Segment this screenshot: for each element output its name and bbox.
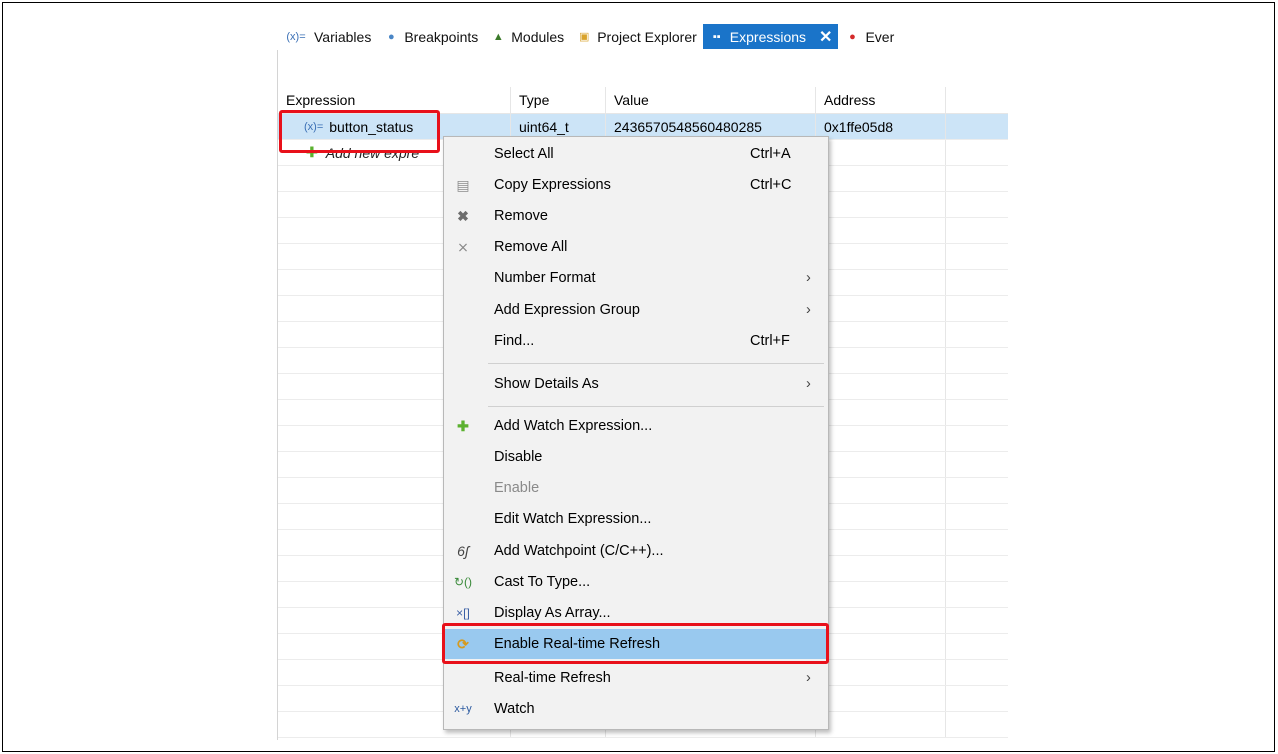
watch-icon: x+y <box>454 703 472 715</box>
array-icon: ×[] <box>456 606 470 620</box>
menu-item-cast-to-type[interactable]: ↻() Cast To Type... <box>444 567 828 597</box>
annotation-box-expression <box>279 110 440 153</box>
event-icon: ● <box>849 30 856 43</box>
tab-breakpoints[interactable]: ● Breakpoints <box>377 24 484 49</box>
menu-item-disable[interactable]: Disable <box>444 442 828 472</box>
copy-icon: ▤ <box>456 176 470 193</box>
tab-label: Variables <box>314 28 372 45</box>
menu-item-real-time-refresh[interactable]: Real-time Refresh › <box>444 663 828 693</box>
tab-label: Ever <box>865 28 895 45</box>
expressions-icon: ▪▪ <box>712 30 721 43</box>
column-header-value[interactable]: Value <box>606 87 816 113</box>
menu-item-remove[interactable]: ✖ Remove <box>444 201 828 231</box>
menu-separator <box>488 406 824 407</box>
menu-item-edit-watch-expression[interactable]: Edit Watch Expression... <box>444 504 828 534</box>
tab-event[interactable]: ● Ever <box>838 24 900 49</box>
menu-item-add-watchpoint[interactable]: 6ʃ Add Watchpoint (C/C++)... <box>444 536 828 566</box>
menu-item-watch[interactable]: x+y Watch <box>444 694 828 724</box>
submenu-arrow-icon: › <box>806 270 811 286</box>
menu-item-copy-expressions[interactable]: ▤ Copy Expressions Ctrl+C <box>444 170 828 200</box>
view-tab-bar: (x)= Variables ● Breakpoints ▲ Modules ▣… <box>277 24 1017 49</box>
tab-variables[interactable]: (x)= Variables <box>277 24 377 49</box>
cast-icon: ↻() <box>453 575 473 589</box>
project-explorer-icon: ▣ <box>578 30 590 43</box>
variables-icon: (x)= <box>286 30 306 43</box>
menu-item-show-details-as[interactable]: Show Details As › <box>444 369 828 399</box>
menu-item-add-expression-group[interactable]: Add Expression Group › <box>444 295 828 325</box>
watchpoint-icon: 6ʃ <box>457 543 469 559</box>
column-header-empty <box>946 87 1008 113</box>
menu-separator <box>488 363 824 364</box>
column-header-address[interactable]: Address <box>816 87 946 113</box>
menu-item-select-all[interactable]: Select All Ctrl+A <box>444 139 828 169</box>
column-header-type[interactable]: Type <box>511 87 606 113</box>
modules-icon: ▲ <box>492 30 504 43</box>
menu-item-number-format[interactable]: Number Format › <box>444 263 828 293</box>
submenu-arrow-icon: › <box>806 670 811 686</box>
breakpoints-icon: ● <box>388 30 395 43</box>
address-cell: 0x1ffe05d8 <box>816 114 946 139</box>
tab-label: Breakpoints <box>404 28 479 45</box>
tab-modules[interactable]: ▲ Modules <box>484 24 570 49</box>
annotation-box-enable-real-time-refresh <box>442 623 829 664</box>
submenu-arrow-icon: › <box>806 376 811 392</box>
tab-expressions[interactable]: ▪▪ Expressions ✕ <box>702 24 839 49</box>
tab-project-explorer[interactable]: ▣ Project Explorer <box>570 24 703 49</box>
remove-icon: ✖ <box>457 207 469 224</box>
submenu-arrow-icon: › <box>806 302 811 318</box>
menu-item-add-watch-expression[interactable]: ✚ Add Watch Expression... <box>444 411 828 441</box>
tab-label: Expressions <box>729 28 807 45</box>
remove-all-icon: ⨯ <box>457 238 469 255</box>
close-icon[interactable]: ✕ <box>819 27 832 47</box>
menu-item-enable: Enable <box>494 480 540 496</box>
tab-label: Modules <box>511 28 565 45</box>
menu-item-remove-all[interactable]: ⨯ Remove All <box>444 232 828 262</box>
add-icon: ✚ <box>457 417 469 434</box>
menu-item-find[interactable]: Find... Ctrl+F <box>444 326 828 356</box>
tab-label: Project Explorer <box>597 28 697 45</box>
